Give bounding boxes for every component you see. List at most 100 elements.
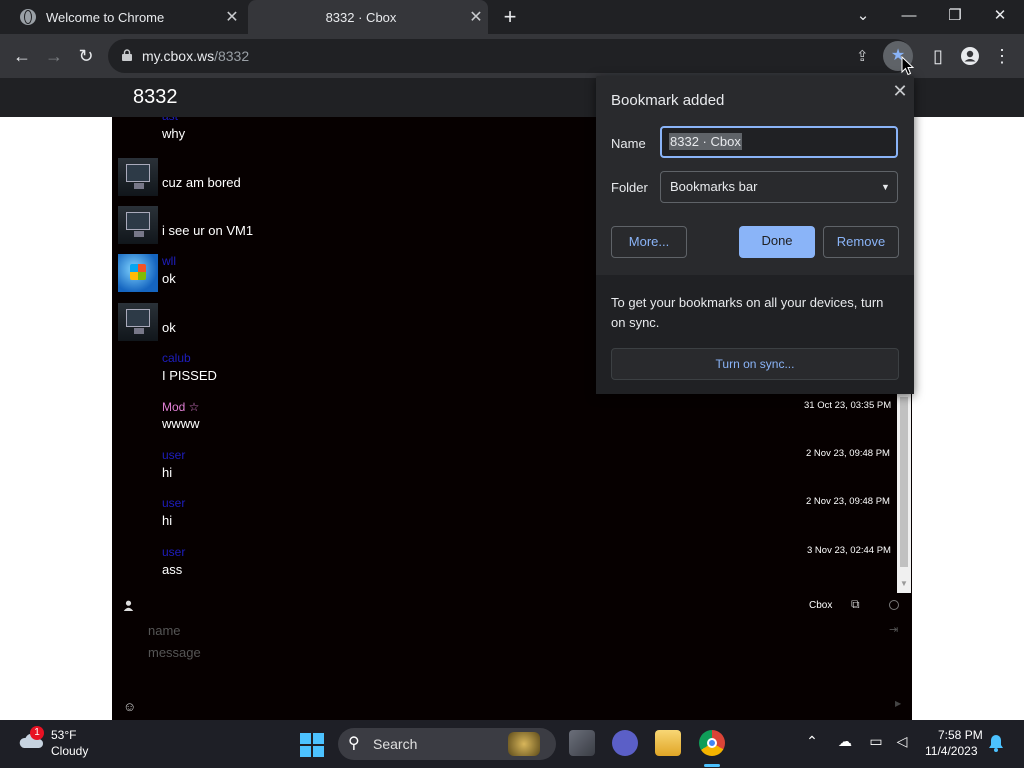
message-username[interactable]: user: [162, 545, 185, 559]
tab-search-icon[interactable]: ⌄: [841, 4, 885, 28]
user-icon[interactable]: [123, 600, 134, 614]
turn-on-sync-button[interactable]: Turn on sync...: [611, 348, 899, 380]
menu-icon[interactable]: ⋮: [988, 42, 1016, 70]
message-username[interactable]: ast: [162, 117, 178, 123]
login-icon[interactable]: ⇥: [889, 623, 898, 636]
mouse-cursor-icon: [901, 56, 915, 76]
new-tab-button[interactable]: +: [498, 5, 522, 29]
message-username[interactable]: calub: [162, 351, 191, 365]
search-label: Search: [373, 736, 418, 752]
folder-select[interactable]: Bookmarks bar ▼: [660, 171, 898, 203]
weather-condition[interactable]: Cloudy: [51, 744, 88, 758]
address-bar[interactable]: my.cbox.ws/8332 ⇪ ★: [108, 39, 913, 73]
side-panel-icon[interactable]: ▯: [924, 42, 952, 70]
message-text: I PISSED: [162, 368, 217, 383]
url-text[interactable]: my.cbox.ws/8332: [142, 39, 249, 73]
windows-taskbar: 1 53°F Cloudy ⚲ Search ⌃ ☁ ▭ ◁ 7:58 PM 1…: [0, 720, 1024, 768]
message-text: why: [162, 126, 186, 141]
weather-temperature[interactable]: 53°F: [51, 728, 76, 742]
url-path: /8332: [214, 48, 250, 64]
message-timestamp: 2 Nov 23, 09:48 PM: [806, 448, 890, 459]
send-arrow-icon[interactable]: ▶: [895, 699, 901, 708]
onedrive-icon[interactable]: ☁: [835, 733, 855, 750]
page-title: 8332: [133, 86, 178, 108]
message-username[interactable]: wll: [162, 254, 176, 268]
dialog-title: Bookmark added: [611, 92, 725, 109]
browser-toolbar: ← → ↻ my.cbox.ws/8332 ⇪ ★ ▯ ⋮: [0, 34, 1024, 78]
tab-cbox[interactable]: 8332 · Cbox ✕: [248, 0, 488, 34]
globe-icon: [20, 9, 36, 25]
message-timestamp: 31 Oct 23, 03:35 PM: [804, 400, 892, 411]
bookmark-added-dialog: Bookmark added ✕ Name 8332 · Cbox Folder…: [596, 76, 914, 394]
chrome-icon[interactable]: [699, 730, 725, 756]
minimize-button[interactable]: —: [887, 4, 931, 28]
active-app-indicator: [704, 764, 720, 767]
weather-badge: 1: [30, 726, 44, 740]
search-highlight-icon: [508, 732, 540, 756]
profile-icon[interactable]: [956, 42, 984, 70]
emoji-icon[interactable]: ☺: [123, 699, 136, 714]
task-view-icon[interactable]: [569, 730, 595, 756]
name-label: Name: [611, 136, 646, 151]
restore-button[interactable]: ❐: [933, 4, 977, 28]
avatar[interactable]: [118, 303, 158, 341]
message-timestamp: 3 Nov 23, 02:44 PM: [807, 545, 891, 556]
reload-icon[interactable]: ↻: [72, 42, 100, 70]
sync-text: To get your bookmarks on all your device…: [611, 295, 884, 330]
folder-label: Folder: [611, 180, 648, 195]
windows-start-icon[interactable]: [300, 733, 324, 757]
url-host: my.cbox.ws: [142, 48, 215, 64]
lock-icon[interactable]: [122, 49, 132, 61]
message-input[interactable]: message: [148, 645, 201, 660]
scroll-thumb[interactable]: [900, 397, 908, 567]
tab-welcome[interactable]: Welcome to Chrome ✕: [8, 0, 244, 34]
search-icon: ⚲: [348, 735, 360, 752]
done-button[interactable]: Done: [739, 226, 815, 258]
message-text: wwww: [162, 416, 200, 431]
message-username[interactable]: user: [162, 496, 185, 510]
network-icon[interactable]: ▭: [866, 733, 886, 750]
chat-footer: Cbox ⧉ name ⇥ message ☺ ▶: [112, 593, 912, 720]
teams-chat-icon[interactable]: [612, 730, 638, 756]
cbox-brand-link[interactable]: Cbox: [809, 600, 832, 611]
avatar[interactable]: [118, 158, 158, 196]
message-text: hi: [162, 465, 173, 480]
scroll-down-icon[interactable]: ▼: [900, 579, 908, 588]
external-link-icon[interactable]: ⧉: [851, 597, 860, 612]
notification-bell-icon[interactable]: [988, 734, 1004, 752]
tab-title: Welcome to Chrome: [46, 9, 165, 25]
tab-title: 8332 · Cbox: [325, 9, 397, 25]
message-text: cuz am bored: [162, 175, 241, 190]
tab-close-icon[interactable]: ✕: [464, 7, 488, 27]
taskbar-search[interactable]: ⚲ Search: [338, 728, 556, 760]
tab-close-icon[interactable]: ✕: [220, 7, 244, 27]
chat-scrollbar[interactable]: ▼: [897, 393, 911, 593]
dialog-close-icon[interactable]: ✕: [888, 79, 912, 103]
remove-button[interactable]: Remove: [823, 226, 899, 258]
clock-date[interactable]: 11/4/2023: [925, 744, 978, 758]
file-explorer-icon[interactable]: [655, 730, 681, 756]
message-timestamp: 2 Nov 23, 09:48 PM: [806, 496, 890, 507]
avatar[interactable]: [118, 254, 158, 292]
name-input[interactable]: name: [148, 623, 181, 638]
clock-time[interactable]: 7:58 PM: [938, 728, 983, 742]
more-button[interactable]: More...: [611, 226, 687, 258]
sync-promo: To get your bookmarks on all your device…: [596, 275, 914, 394]
avatar[interactable]: [118, 206, 158, 244]
share-icon[interactable]: ⇪: [856, 47, 874, 65]
message-text: i see ur on VM1: [162, 223, 254, 238]
tab-strip: Welcome to Chrome ✕ 8332 · Cbox ✕ + ⌄ — …: [0, 0, 1024, 34]
forward-icon[interactable]: →: [40, 42, 68, 70]
message-text: ass: [162, 562, 183, 577]
chevron-up-icon[interactable]: ⌃: [802, 733, 822, 750]
message-username[interactable]: user: [162, 448, 185, 462]
message-text: hi: [162, 513, 173, 528]
message-text: ok: [162, 320, 176, 335]
bookmark-name-input[interactable]: 8332 · Cbox: [660, 126, 898, 158]
bookmark-name-value: 8332 · Cbox: [669, 133, 742, 150]
message-username[interactable]: Mod ☆: [162, 400, 199, 414]
back-icon[interactable]: ←: [8, 42, 36, 70]
status-circle-icon[interactable]: [889, 600, 899, 610]
window-close-button[interactable]: ✕: [978, 4, 1022, 28]
volume-muted-icon[interactable]: ◁: [892, 733, 912, 750]
